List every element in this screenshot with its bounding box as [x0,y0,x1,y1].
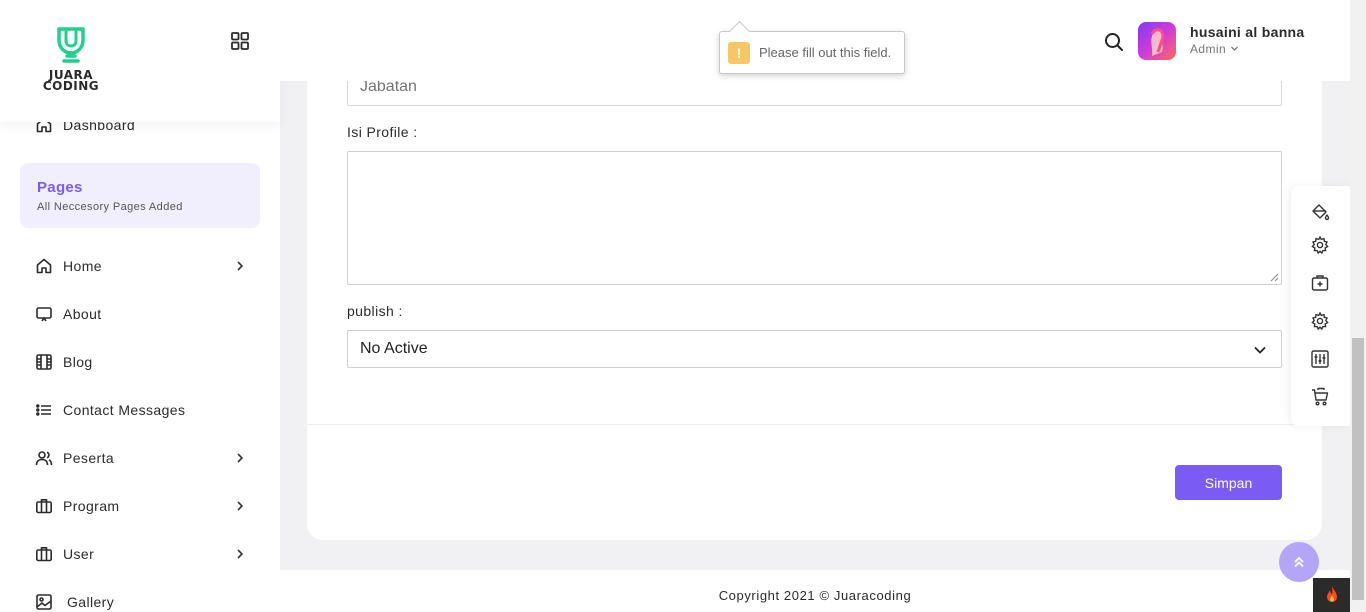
form-card [307,40,1322,540]
film-icon [35,353,53,371]
publish-select-value: No Active [360,340,428,357]
sidebar-item-blog[interactable]: Blog [35,350,250,374]
sidebar-item-peserta[interactable]: Peserta [35,446,250,470]
settings-tool-panel [1291,186,1350,426]
user-avatar-icon [1150,28,1165,56]
sidebar-item-user[interactable]: User [35,542,250,566]
briefcase-plus-icon[interactable] [1310,273,1330,293]
chevron-right-icon [237,453,244,463]
sidebar-item-about[interactable]: About [35,302,250,326]
briefcase-icon [35,545,53,563]
page-scrollbar[interactable] [1350,0,1366,612]
validation-tooltip: ! Please fill out this field. [719,31,905,74]
sidebar-item-label: Peserta [63,450,115,466]
scrollbar-thumb[interactable] [1352,338,1364,600]
monitor-icon [35,305,53,323]
fire-button[interactable] [1313,578,1350,612]
menu-grid-icon[interactable] [230,31,250,51]
chevron-right-icon [237,549,244,559]
pages-title: Pages [37,179,83,196]
avatar[interactable] [1138,22,1176,60]
warning-icon: ! [728,41,750,64]
trophy-logo-icon [57,27,85,63]
gear-icon[interactable] [1310,235,1330,255]
cart-icon[interactable] [1310,387,1330,407]
chevron-down-icon [1254,346,1266,354]
briefcase-icon [35,497,53,515]
users-icon [35,449,53,467]
user-role-dropdown[interactable]: Admin [1190,42,1239,56]
sidebar-item-label: Blog [63,354,93,370]
sidebar-item-label: Program [63,498,120,514]
isi-profile-textarea[interactable] [347,151,1282,285]
sidebar-item-label: About [63,306,102,322]
sidebar-item-home[interactable]: Home [35,254,250,278]
sidebar-item-label: Contact Messages [63,402,186,418]
form-divider [307,424,1322,425]
brand-wordmark: JUARA CODING [33,69,109,93]
fire-icon [1326,586,1337,602]
brand-logo[interactable]: JUARA CODING [33,26,109,96]
resize-grip-icon[interactable] [1270,273,1279,282]
image-icon [35,593,53,611]
sidebar-item-label: Gallery [67,594,115,610]
sliders-icon[interactable] [1310,349,1330,369]
pages-subtitle: All Neccesory Pages Added [37,201,183,213]
paint-bucket-icon[interactable] [1310,202,1330,222]
copyright-text: Copyright 2021 © Juaracoding [718,588,912,603]
save-button[interactable]: Simpan [1175,465,1282,500]
user-name: husaini al banna [1190,24,1305,40]
scroll-to-top-button[interactable] [1279,542,1319,582]
publish-label: publish : [347,303,403,319]
sidebar-item-label: Home [63,258,102,274]
sidebar-item-label: User [63,546,95,562]
gear-icon[interactable] [1310,311,1330,331]
sidebar-brand-area: JUARA CODING [0,0,280,122]
footer: Copyright 2021 © Juaracoding [280,570,1350,612]
sidebar: Dashboard Pages All Neccesory Pages Adde… [0,0,280,612]
sidebar-item-program[interactable]: Program [35,494,250,518]
list-icon [35,401,53,419]
sidebar-item-contact-messages[interactable]: Contact Messages [35,398,250,422]
pages-card: Pages All Neccesory Pages Added [20,163,260,228]
user-role: Admin [1190,42,1227,56]
publish-select[interactable]: No Active [347,330,1282,368]
search-icon[interactable] [1103,31,1125,53]
chevron-right-icon [237,261,244,271]
home-icon [35,257,53,275]
tooltip-text: Please fill out this field. [759,45,892,60]
double-chevron-up-icon [1294,556,1304,568]
chevron-right-icon [237,501,244,511]
isi-profile-label: Isi Profile : [347,124,418,140]
chevron-down-icon [1230,46,1238,51]
sidebar-item-gallery[interactable]: Gallery [35,590,250,612]
brand-line-2: CODING [42,79,100,93]
